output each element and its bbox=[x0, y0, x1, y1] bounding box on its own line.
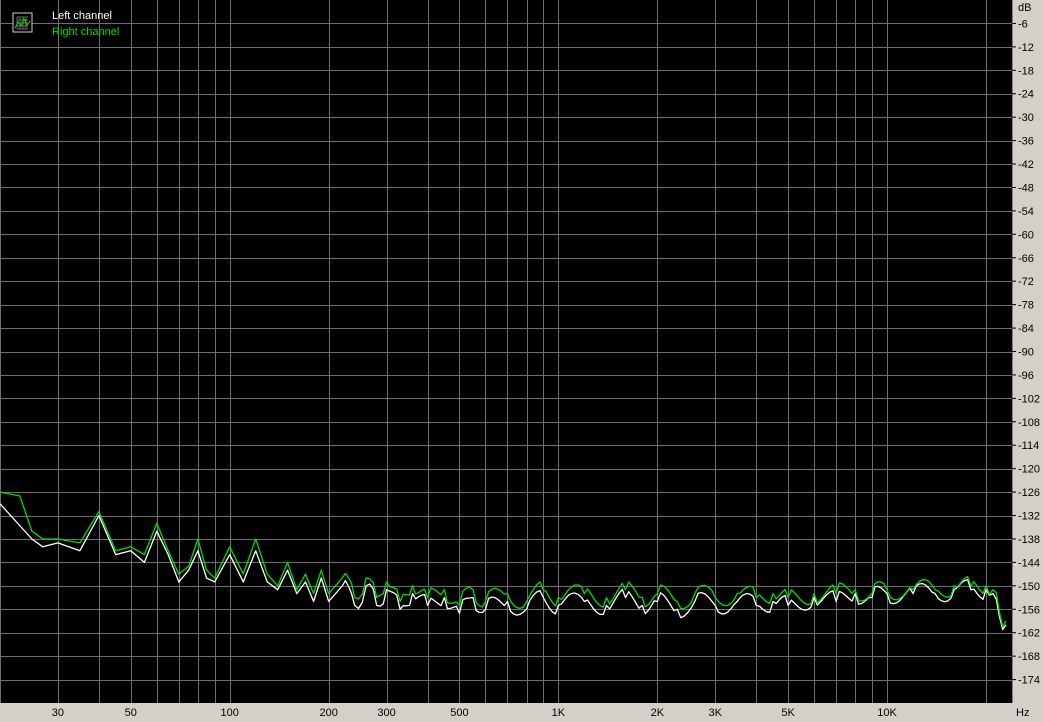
y-tick-label: -114 bbox=[1018, 440, 1039, 452]
y-tick-label: -36 bbox=[1018, 136, 1034, 148]
y-unit-label: dB bbox=[1018, 2, 1031, 14]
x-tick-label: 2K bbox=[651, 707, 665, 719]
x-tick-label: 1K bbox=[552, 707, 566, 719]
legend-right-channel: Right channel bbox=[52, 26, 119, 38]
y-tick-label: -78 bbox=[1018, 300, 1034, 312]
y-tick-label: -144 bbox=[1018, 557, 1040, 569]
x-tick-label: 50 bbox=[125, 707, 137, 719]
x-unit-label: Hz bbox=[1016, 707, 1029, 719]
y-tick-label: -168 bbox=[1018, 651, 1040, 663]
x-tick-label: 100 bbox=[221, 707, 239, 719]
y-tick-label: -132 bbox=[1018, 511, 1040, 523]
y-tick-label: -66 bbox=[1018, 253, 1034, 265]
legend-toggle-icon[interactable] bbox=[12, 12, 33, 33]
y-tick-label: -42 bbox=[1018, 159, 1034, 171]
x-tick-label: 500 bbox=[450, 707, 468, 719]
y-tick-label: -120 bbox=[1018, 464, 1040, 476]
y-tick-label: -72 bbox=[1018, 276, 1034, 288]
y-tick-label: -84 bbox=[1018, 323, 1034, 335]
y-tick-label: -48 bbox=[1018, 182, 1034, 194]
x-axis-labels: 30 50 100 200 300 500 1K 2K 3K 5K 10K bbox=[52, 707, 898, 719]
y-tick-label: -174 bbox=[1018, 675, 1040, 687]
y-tick-label: -102 bbox=[1018, 393, 1040, 405]
y-tick-label: -30 bbox=[1018, 112, 1034, 124]
y-tick-label: -126 bbox=[1018, 487, 1040, 499]
plot-background bbox=[0, 0, 1012, 703]
x-tick-label: 300 bbox=[377, 707, 395, 719]
y-tick-label: -150 bbox=[1018, 581, 1040, 593]
y-tick-label: -108 bbox=[1018, 417, 1040, 429]
y-tick-label: -90 bbox=[1018, 347, 1034, 359]
y-tick-label: -96 bbox=[1018, 370, 1034, 382]
y-tick-label: -60 bbox=[1018, 229, 1034, 241]
y-tick-label: -162 bbox=[1018, 628, 1040, 640]
y-tick-label: -12 bbox=[1018, 42, 1034, 54]
y-tick-label: -6 bbox=[1018, 18, 1028, 30]
y-tick-label: -156 bbox=[1018, 604, 1040, 616]
x-tick-label: 5K bbox=[781, 707, 795, 719]
y-tick-label: -138 bbox=[1018, 534, 1040, 546]
y-tick-label: -18 bbox=[1018, 65, 1034, 77]
legend-left-channel: Left channel bbox=[52, 10, 112, 22]
x-tick-label: 30 bbox=[52, 707, 64, 719]
x-tick-label: 3K bbox=[708, 707, 722, 719]
spectrum-chart: -6 -12 -18 -24 -30 -36 -42 -48 -54 -60 -66 -72 -78 -8… bbox=[0, 0, 1040, 719]
x-tick-label: 200 bbox=[319, 707, 337, 719]
y-tick-label: -24 bbox=[1018, 89, 1034, 101]
y-tick-label: -54 bbox=[1018, 206, 1034, 218]
y-axis-labels: -6 -12 -18 -24 -30 -36 -42 -48 -54 -60 -66 -72 -78 -8… bbox=[1012, 18, 1040, 687]
x-tick-label: 10K bbox=[877, 707, 897, 719]
